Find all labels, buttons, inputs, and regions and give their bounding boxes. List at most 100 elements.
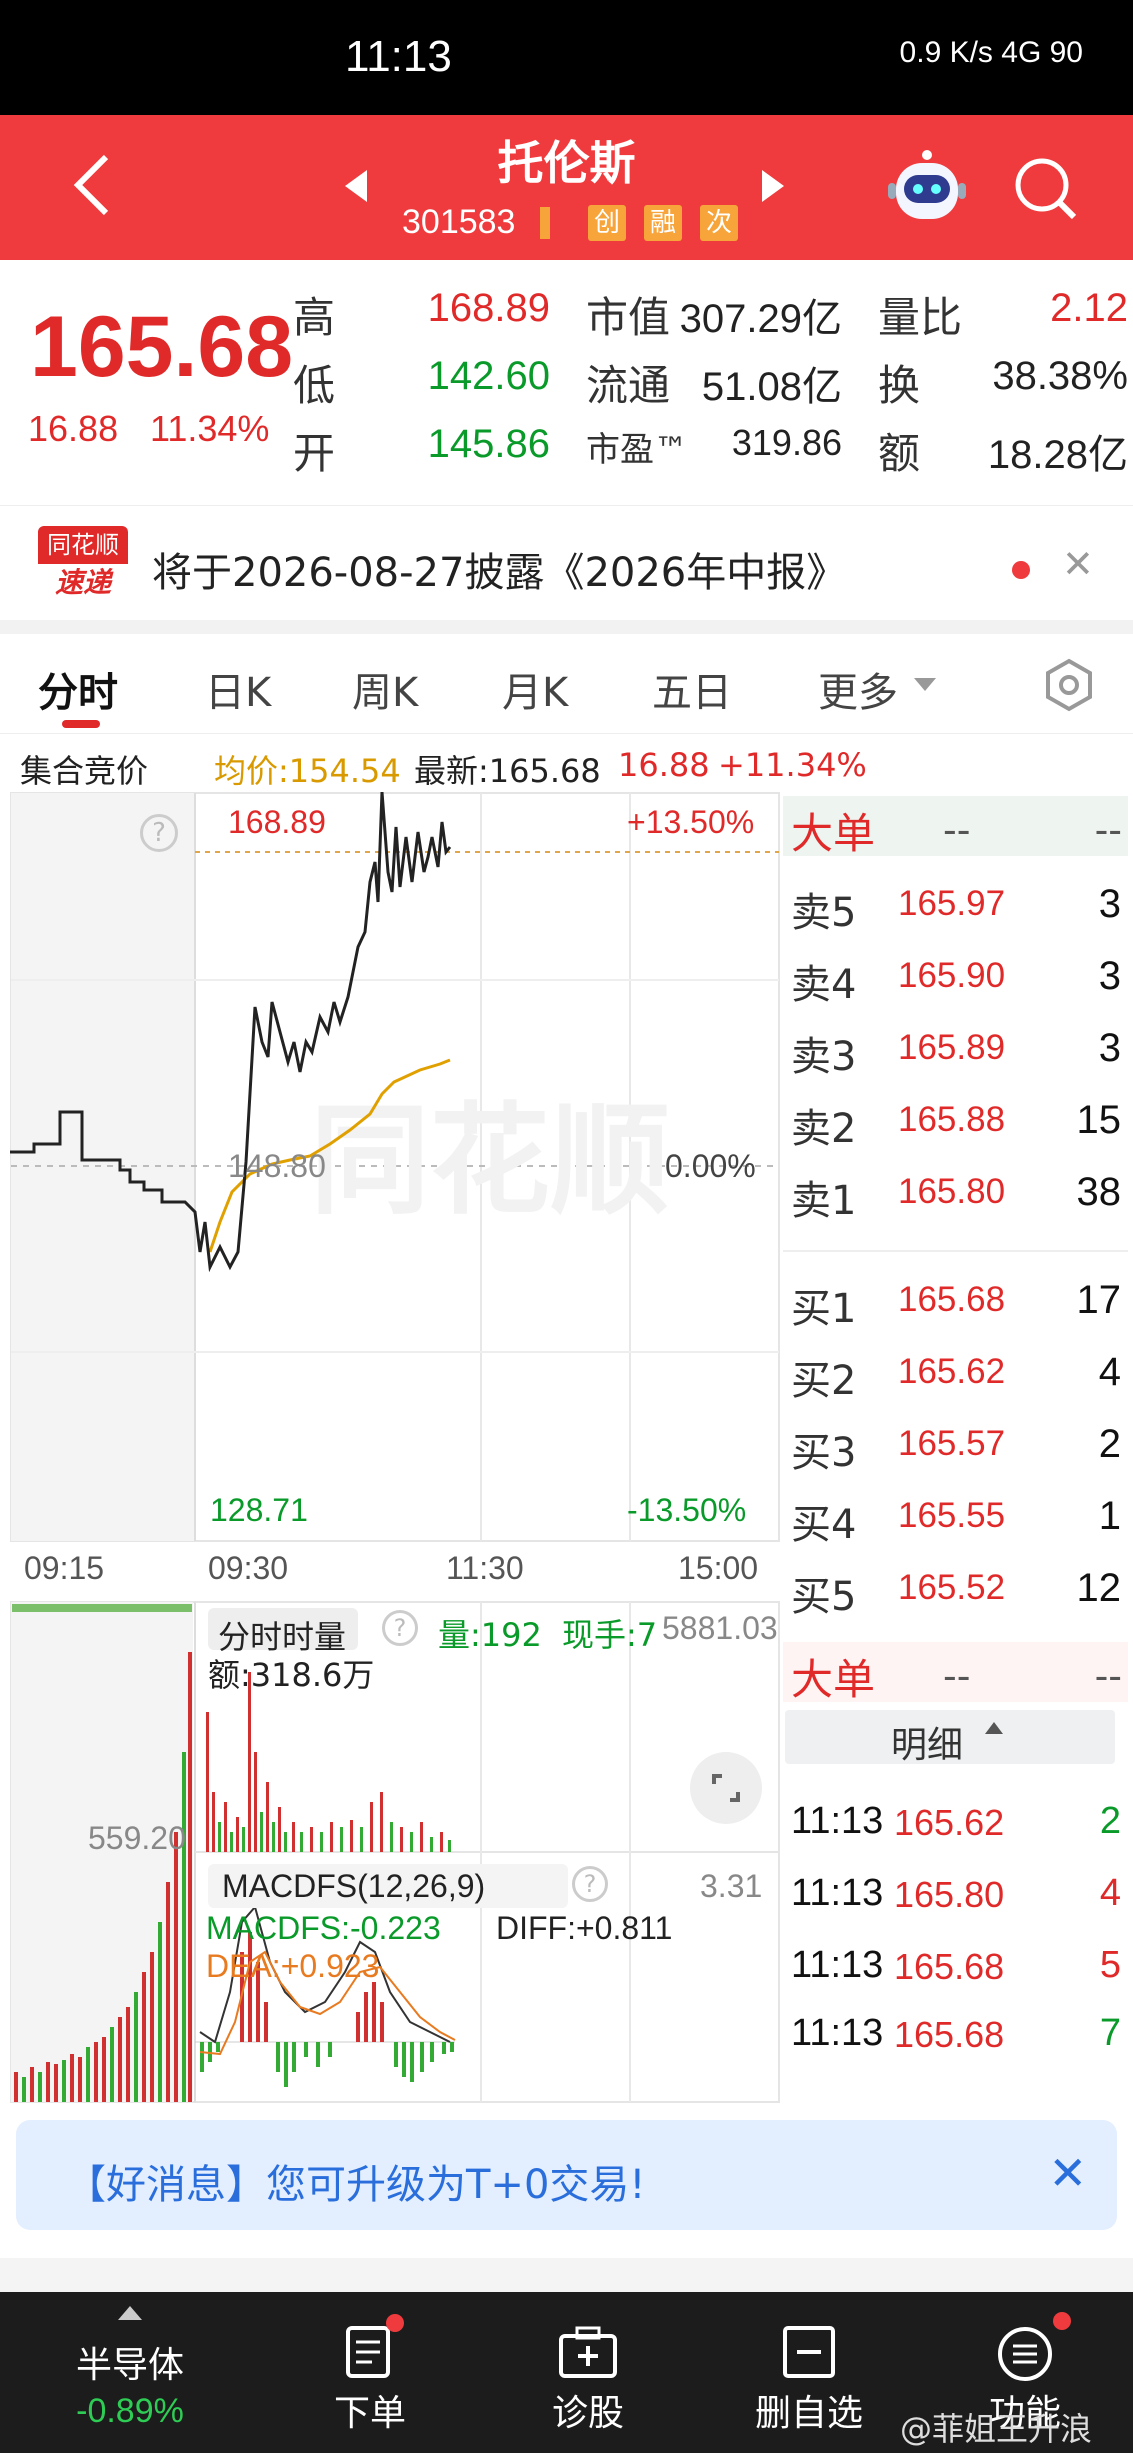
tab-weekly-k[interactable]: 周K: [352, 660, 418, 718]
chevron-down-icon: [914, 678, 936, 691]
tab-monthly-k[interactable]: 月K: [502, 660, 568, 718]
macd-indicator-selector[interactable]: MACDFS(12,26,9): [208, 1864, 568, 1908]
remove-square-icon: [783, 2326, 835, 2378]
intraday-chart[interactable]: 同花顺 168.89 +13.50% 148.80 0.00% 128.71 -…: [10, 792, 780, 2104]
bid-row[interactable]: 买5 165.52 12: [791, 1554, 1121, 1620]
open-value: 145.86: [427, 422, 550, 466]
dea-value: DEA:+0.923: [206, 1948, 380, 1984]
nav-place-order[interactable]: 下单: [300, 2292, 440, 2453]
menu-circle-icon: [998, 2327, 1052, 2381]
tag-rong: 融: [644, 205, 683, 241]
upgrade-banner[interactable]: 【好消息】您可升级为T+0交易! ✕: [16, 2120, 1117, 2230]
tab-intraday[interactable]: 分时: [38, 660, 118, 718]
auction-change-pct: +11.34%: [718, 746, 867, 784]
volume-hand: 现手:7: [562, 1616, 658, 1654]
unread-dot: [1012, 561, 1030, 579]
next-stock-icon[interactable]: [762, 170, 784, 202]
volume-help-icon[interactable]: ?: [382, 1610, 418, 1646]
banner-text: 【好消息】您可升级为T+0交易!: [66, 2162, 646, 2208]
volume-value: 量:192: [438, 1616, 542, 1654]
tab-daily-k[interactable]: 日K: [205, 660, 271, 718]
sector-name: 半导体: [75, 2345, 184, 2386]
time-label-0930: 09:30: [208, 1550, 289, 1586]
volratio-label: 量比: [878, 293, 963, 342]
sector-indicator[interactable]: 半导体 -0.89%: [40, 2292, 220, 2453]
macd-help-icon[interactable]: ?: [572, 1866, 608, 1902]
amount-value: 18.28亿: [987, 433, 1128, 477]
bottom-navigation: 半导体 -0.89% 下单 诊股 删自选 功能 @菲姐王升浪: [0, 2292, 1133, 2453]
volume-bars: [206, 1672, 451, 1852]
bottom-spacer: [0, 2258, 1133, 2292]
price-change-pct: 11.34%: [150, 408, 270, 449]
stock-header: 托伦斯 301583 创 融 次: [0, 115, 1133, 260]
float-value: 51.08亿: [701, 365, 842, 409]
tab-more[interactable]: 更多: [818, 660, 898, 718]
close-notice-icon[interactable]: ✕: [1062, 542, 1094, 586]
tag-chuang: 创: [588, 205, 627, 241]
ask-row[interactable]: 卖3 165.89 3: [791, 1014, 1121, 1080]
active-tab-indicator: [62, 720, 100, 728]
time-label-0915: 09:15: [24, 1550, 105, 1586]
low-label: 低: [293, 361, 336, 410]
tick-row: 11:13 165.80 4: [791, 1872, 1121, 1915]
time-label-1130: 11:30: [446, 1550, 524, 1586]
functions-badge: [1053, 2312, 1071, 2330]
order-badge: [386, 2314, 404, 2332]
volume-indicator-selector[interactable]: 分时时量: [208, 1608, 358, 1656]
ask-row[interactable]: 卖4 165.90 3: [791, 942, 1121, 1008]
bid-row[interactable]: 买2 165.62 4: [791, 1338, 1121, 1404]
code-divider: [540, 207, 550, 239]
search-icon[interactable]: [1012, 155, 1080, 223]
status-icons: 0.9 K/s 4G 90: [899, 36, 1083, 69]
turnover-value: 38.38%: [992, 354, 1128, 398]
high-value: 168.89: [427, 286, 550, 330]
chevron-up-icon: [118, 2306, 142, 2320]
chart-low-pct: -13.50%: [627, 1492, 747, 1528]
nav-remove-watchlist[interactable]: 删自选: [734, 2292, 884, 2453]
help-icon[interactable]: ?: [140, 814, 178, 852]
volratio-value: 2.12: [1050, 286, 1128, 330]
auction-change: 16.88: [618, 746, 710, 784]
tab-five-day[interactable]: 五日: [652, 660, 732, 718]
chart-prev-close: 148.80: [228, 1148, 326, 1184]
chart-high-pct: +13.50%: [627, 804, 755, 840]
ask-row[interactable]: 卖5 165.97 3: [791, 870, 1121, 936]
time-label-1500: 15:00: [678, 1550, 759, 1586]
disclosure-notice[interactable]: 同花顺 速递 将于2026-08-27披露《2026年中报》 ✕: [0, 505, 1133, 620]
bid-row[interactable]: 买1 165.68 17: [791, 1266, 1121, 1332]
mcap-value: 307.29亿: [679, 297, 842, 341]
volume-amount: 额:318.6万: [208, 1656, 375, 1694]
nav-diagnose[interactable]: 诊股: [518, 2292, 658, 2453]
tick-row: 11:13 165.68 5: [791, 1944, 1121, 1987]
last-price: 165.68: [30, 299, 294, 395]
open-label: 开: [293, 429, 336, 478]
macd-max: 3.31: [700, 1868, 763, 1904]
diagnose-kit-icon: [559, 2326, 617, 2378]
bid-row[interactable]: 买4 165.55 1: [791, 1482, 1121, 1548]
status-time: 11:13: [345, 32, 452, 81]
detail-tab[interactable]: 明细: [785, 1710, 1115, 1766]
big-order-header: 大单 -- --: [783, 796, 1128, 858]
close-banner-icon[interactable]: ✕: [1048, 2146, 1087, 2200]
order-form-icon: [346, 2326, 390, 2378]
chart-low-price: 128.71: [210, 1492, 308, 1528]
watermark-text: 同花顺: [310, 1094, 670, 1228]
chart-zero-pct: 0.00%: [665, 1148, 756, 1184]
diff-value: DIFF:+0.811: [496, 1910, 673, 1946]
sector-change: -0.89%: [76, 2392, 184, 2430]
stock-code: 301583: [402, 203, 516, 241]
auction-info-bar: 集合竞价 均价:154.54 最新:165.68 16.88 +11.34%: [0, 736, 1133, 796]
latest-price: 最新:165.68: [414, 752, 601, 790]
ask-row[interactable]: 卖2 165.88 15: [791, 1086, 1121, 1152]
robot-assistant-icon[interactable]: [886, 149, 968, 229]
tag-ci: 次: [700, 205, 739, 241]
fullscreen-icon[interactable]: [690, 1752, 762, 1824]
book-divider: [783, 1250, 1128, 1252]
bid-row[interactable]: 买3 165.57 2: [791, 1410, 1121, 1476]
quote-panel: 165.68 16.88 11.34% 高 低 开 168.89 142.60 …: [0, 260, 1133, 500]
volume-max: 5881.03: [662, 1610, 778, 1646]
amount-label: 额: [878, 429, 921, 478]
big-order-header-2: 大单 -- --: [783, 1642, 1128, 1704]
ask-row[interactable]: 卖1 165.80 38: [791, 1158, 1121, 1224]
chart-settings-icon[interactable]: [1042, 658, 1096, 712]
